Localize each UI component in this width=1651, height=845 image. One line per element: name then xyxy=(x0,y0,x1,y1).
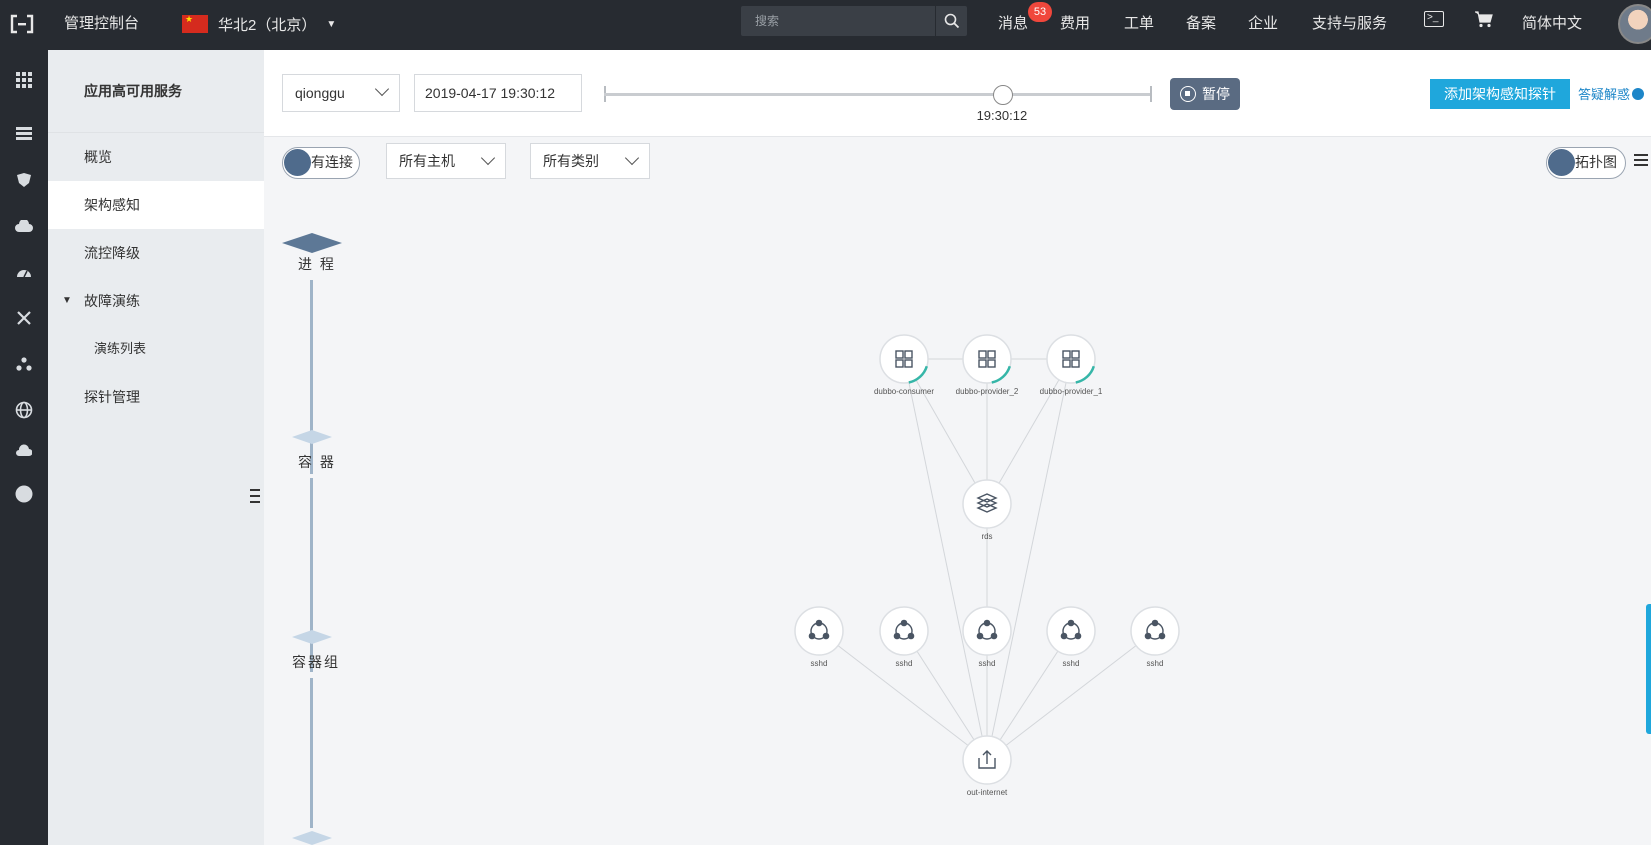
user-avatar[interactable] xyxy=(1618,4,1651,44)
side-menu: 应用高可用服务 概览 架构感知 流控降级 ▼ 故障演练 演练列表 探针管理 xyxy=(48,50,264,845)
graph-node[interactable] xyxy=(962,735,1012,785)
globe-icon[interactable] xyxy=(8,394,40,426)
menu-item-drill-list[interactable]: 演练列表 xyxy=(48,325,264,373)
region-selector[interactable]: 华北2（北京） ▼ xyxy=(182,10,336,38)
graph-edge xyxy=(986,358,1072,761)
graph-node-label: sshd xyxy=(1062,659,1080,668)
feedback-side-tab[interactable] xyxy=(1646,604,1651,734)
graph-node[interactable] xyxy=(962,606,1012,656)
search-input[interactable] xyxy=(741,6,935,36)
graph-node-label: sshd xyxy=(978,659,996,668)
caret-down-icon: ▼ xyxy=(326,18,337,30)
circle-icon[interactable] xyxy=(8,478,40,510)
collapse-menu-icon xyxy=(250,489,260,503)
graph-node[interactable] xyxy=(879,334,929,384)
tools-icon[interactable] xyxy=(8,302,40,334)
main-content: qionggu 2019-04-17 19:30:12 19:30:12 暂停 … xyxy=(264,50,1651,845)
cart-icon[interactable] xyxy=(1474,9,1494,29)
dashboard-icon[interactable] xyxy=(8,256,40,288)
menu-item-architecture-awareness[interactable]: 架构感知 xyxy=(48,181,264,229)
graph-node[interactable] xyxy=(962,334,1012,384)
aliyun-logo-icon[interactable] xyxy=(10,14,34,34)
menu-item-fault-drill[interactable]: ▼ 故障演练 xyxy=(48,277,264,325)
cloud-shell-icon[interactable]: >_ xyxy=(1424,11,1444,27)
search-box xyxy=(741,6,967,36)
topology-icon[interactable] xyxy=(8,348,40,380)
search-icon xyxy=(944,13,959,29)
product-icon-rail xyxy=(0,50,48,845)
menu-item-fault-drill-label: 故障演练 xyxy=(84,293,140,309)
graph-node-label: sshd xyxy=(810,659,828,668)
nav-support[interactable]: 支持与服务 xyxy=(1312,12,1387,33)
graph-node-label: dubbo-provider_1 xyxy=(1039,387,1103,396)
china-flag-icon xyxy=(182,14,208,33)
products-grid-icon[interactable] xyxy=(8,64,40,96)
nav-fees[interactable]: 费用 xyxy=(1060,12,1090,33)
graph-node-label: dubbo-consumer xyxy=(873,387,935,396)
graph-node[interactable] xyxy=(1046,606,1096,656)
graph-node[interactable] xyxy=(879,606,929,656)
graph-node[interactable] xyxy=(1130,606,1180,656)
list-icon[interactable] xyxy=(8,118,40,150)
nav-messages[interactable]: 消息 xyxy=(998,12,1028,33)
nav-tickets[interactable]: 工单 xyxy=(1124,12,1154,33)
region-label: 华北2（北京） xyxy=(218,16,317,34)
graph-node-label: sshd xyxy=(1146,659,1164,668)
graph-node-label: sshd xyxy=(895,659,913,668)
caret-down-icon: ▼ xyxy=(62,295,72,306)
menu-item-probe-management[interactable]: 探针管理 xyxy=(48,373,264,421)
top-navigation-bar: 管理控制台 华北2（北京） ▼ 消息 53 费用 工单 备案 企业 支持与服务 … xyxy=(0,0,1651,50)
nav-enterprise[interactable]: 企业 xyxy=(1248,12,1278,33)
graph-node-label: out-internet xyxy=(966,788,1008,797)
collapse-sidebar-handle[interactable] xyxy=(246,476,264,516)
messages-badge: 53 xyxy=(1028,2,1052,22)
menu-item-overview[interactable]: 概览 xyxy=(48,133,264,181)
graph-node-label: dubbo-provider_2 xyxy=(955,387,1019,396)
console-title[interactable]: 管理控制台 xyxy=(64,12,139,33)
shield-icon[interactable] xyxy=(8,164,40,196)
topology-graph xyxy=(794,334,1180,785)
search-button[interactable] xyxy=(935,6,967,36)
nav-language[interactable]: 简体中文 xyxy=(1522,12,1582,33)
product-title: 应用高可用服务 xyxy=(48,50,264,133)
graph-edge xyxy=(903,358,988,761)
graph-node[interactable] xyxy=(962,479,1012,529)
nav-icp[interactable]: 备案 xyxy=(1186,12,1216,33)
database-cloud-icon[interactable] xyxy=(8,434,40,466)
menu-item-flow-control[interactable]: 流控降级 xyxy=(48,229,264,277)
graph-node[interactable] xyxy=(1046,334,1096,384)
cloud-icon[interactable] xyxy=(8,210,40,242)
graph-node-label: rds xyxy=(981,532,993,541)
graph-node[interactable] xyxy=(794,606,844,656)
